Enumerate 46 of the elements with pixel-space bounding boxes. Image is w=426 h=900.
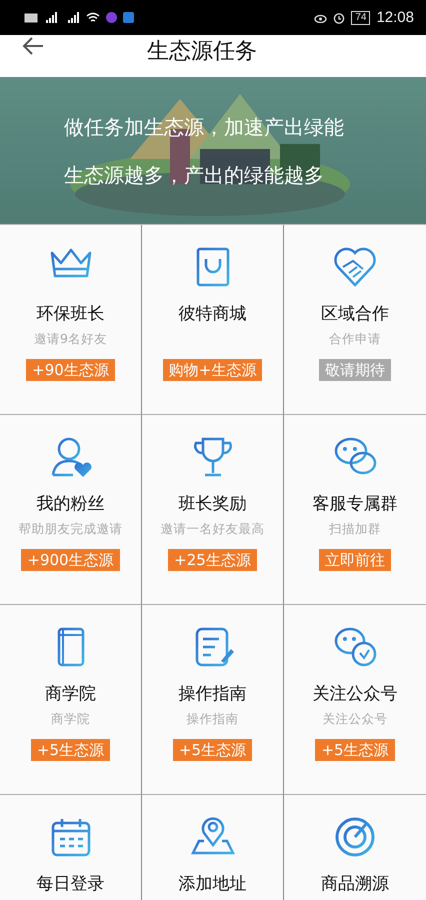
task-tile[interactable]: 每日登录 xyxy=(0,795,142,900)
task-description: 操作指南 xyxy=(186,711,238,727)
app-icon xyxy=(123,12,134,23)
handshake-heart-icon xyxy=(333,245,377,289)
task-description: 邀请9名好友 xyxy=(34,331,107,347)
task-title: 商学院 xyxy=(45,683,96,705)
task-title: 每日登录 xyxy=(36,873,104,895)
task-tile[interactable]: 我的粉丝 帮助朋友完成邀请 +900生态源 xyxy=(0,415,142,605)
banner-text: 做任务加生态源，加速产出绿能 xyxy=(64,114,345,140)
task-title: 环保班长 xyxy=(36,303,104,325)
chat-bubbles-icon xyxy=(333,625,377,669)
task-tile[interactable]: 环保班长 邀请9名好友 +90生态源 xyxy=(0,225,142,415)
target-icon xyxy=(333,815,377,859)
banner-text: 生态源越多，产出的绿能越多 xyxy=(64,162,325,188)
task-tile[interactable]: 关注公众号 关注公众号 +5生态源 xyxy=(284,605,426,795)
task-description: 邀请一名好友最高 xyxy=(160,521,264,537)
task-title: 班长奖励 xyxy=(178,493,246,515)
task-title: 操作指南 xyxy=(178,683,246,705)
task-title: 商品溯源 xyxy=(321,873,389,895)
task-title: 彼特商城 xyxy=(178,303,246,325)
task-tile[interactable]: 班长奖励 邀请一名好友最高 +25生态源 xyxy=(142,415,284,605)
task-description: 帮助朋友完成邀请 xyxy=(18,521,122,537)
task-description: 合作申请 xyxy=(329,331,381,347)
signal-icon xyxy=(44,12,58,23)
task-title: 区域合作 xyxy=(321,303,389,325)
task-title: 添加地址 xyxy=(178,873,246,895)
battery-level: 74 xyxy=(351,10,370,24)
task-title: 客服专属群 xyxy=(312,493,398,515)
app-icon xyxy=(106,12,117,23)
task-description: 关注公众号 xyxy=(322,711,388,727)
task-description: 扫描加群 xyxy=(329,521,381,537)
clock-time: 12:08 xyxy=(376,9,414,26)
back-button[interactable] xyxy=(22,37,44,57)
wifi-icon xyxy=(86,12,100,23)
task-title: 关注公众号 xyxy=(312,683,398,705)
task-tile[interactable]: 商学院 商学院 +5生态源 xyxy=(0,605,142,795)
task-tile[interactable]: 彼特商城 购物+生态源 xyxy=(142,225,284,415)
task-tile[interactable]: 添加地址 xyxy=(142,795,284,900)
task-tile[interactable]: 客服专属群 扫描加群 立即前往 xyxy=(284,415,426,605)
task-description: 商学院 xyxy=(51,711,90,727)
eye-icon xyxy=(314,12,328,22)
task-tile[interactable]: 商品溯源 xyxy=(284,795,426,900)
alarm-icon xyxy=(333,12,346,24)
task-tile[interactable]: 操作指南 操作指南 +5生态源 xyxy=(142,605,284,795)
page-title: 生态源任务 xyxy=(146,41,258,63)
task-title: 我的粉丝 xyxy=(36,493,104,515)
